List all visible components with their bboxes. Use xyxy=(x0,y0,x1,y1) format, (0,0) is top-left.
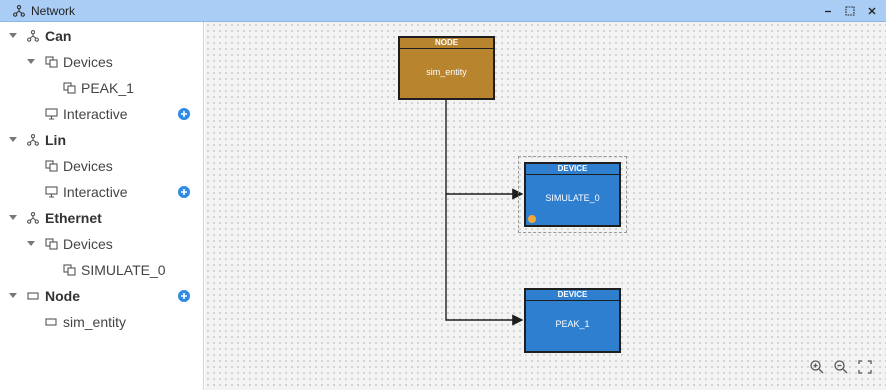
close-icon[interactable] xyxy=(864,3,880,19)
tree-label-interactive: Interactive xyxy=(63,106,128,122)
tree-label-devices: Devices xyxy=(63,236,113,252)
graph-device-peak-1[interactable]: DEVICE PEAK_1 xyxy=(524,288,621,353)
caret-down-icon[interactable] xyxy=(8,213,18,223)
add-node-button[interactable] xyxy=(178,290,190,302)
devices-icon xyxy=(44,237,58,251)
window-controls xyxy=(820,0,880,22)
add-interactive-button[interactable] xyxy=(178,108,190,120)
tree-label-devices: Devices xyxy=(63,158,113,174)
network-icon xyxy=(26,211,40,225)
monitor-icon xyxy=(44,107,58,121)
zoom-out-icon[interactable] xyxy=(832,358,850,376)
network-canvas[interactable]: NODE sim_entity DEVICE SIMULATE_0 DEVICE… xyxy=(205,22,886,390)
tree-label-device: SIMULATE_0 xyxy=(81,262,166,278)
device-label: SIMULATE_0 xyxy=(545,193,600,203)
fit-screen-icon[interactable] xyxy=(856,358,874,376)
zoom-in-icon[interactable] xyxy=(808,358,826,376)
node-header: NODE xyxy=(400,38,493,49)
zoom-controls xyxy=(808,358,874,376)
network-tree: Can Devices PEAK_1 Interactive Lin Devic… xyxy=(0,22,204,390)
node-icon xyxy=(26,289,40,303)
window-titlebar: Network xyxy=(0,0,886,22)
device-header: DEVICE xyxy=(526,164,619,175)
maximize-icon[interactable] xyxy=(842,3,858,19)
tree-node-can-interactive[interactable]: Interactive xyxy=(0,102,204,126)
tree-label-device: PEAK_1 xyxy=(81,80,134,96)
network-icon xyxy=(12,4,26,18)
network-icon xyxy=(26,29,40,43)
tree-node-can[interactable]: Can xyxy=(0,24,204,48)
tree-label-can: Can xyxy=(45,28,72,44)
tree-node-lin-interactive[interactable]: Interactive xyxy=(0,180,204,204)
tree-label-node: Node xyxy=(45,288,80,304)
tree-label-ethernet: Ethernet xyxy=(45,210,102,226)
caret-down-icon[interactable] xyxy=(26,239,36,249)
add-interactive-button[interactable] xyxy=(178,186,190,198)
caret-down-icon[interactable] xyxy=(8,31,18,41)
edge-node-to-simulate xyxy=(445,100,524,200)
device-header: DEVICE xyxy=(526,290,619,301)
device-icon xyxy=(62,81,76,95)
graph-device-simulate-0[interactable]: DEVICE SIMULATE_0 xyxy=(524,162,621,227)
caret-down-icon[interactable] xyxy=(26,57,36,67)
edge-node-to-peak xyxy=(445,194,524,326)
devices-icon xyxy=(44,159,58,173)
graph-node-sim-entity[interactable]: NODE sim_entity xyxy=(398,36,495,100)
device-icon xyxy=(62,263,76,277)
devices-icon xyxy=(44,55,58,69)
caret-down-icon[interactable] xyxy=(8,135,18,145)
tree-item-sim-entity[interactable]: sim_entity xyxy=(0,310,204,334)
tree-node-ethernet[interactable]: Ethernet xyxy=(0,206,204,230)
tree-item-simulate-0[interactable]: SIMULATE_0 xyxy=(0,258,204,282)
tree-node-ethernet-devices[interactable]: Devices xyxy=(0,232,204,256)
node-icon xyxy=(44,315,58,329)
monitor-icon xyxy=(44,185,58,199)
tree-label-interactive: Interactive xyxy=(63,184,128,200)
tree-label-node-item: sim_entity xyxy=(63,314,127,330)
device-label: PEAK_1 xyxy=(555,319,590,329)
tree-node-lin-devices[interactable]: Devices xyxy=(0,154,204,178)
window-title: Network xyxy=(31,3,76,18)
tree-node-node[interactable]: Node xyxy=(0,284,204,308)
minimize-icon[interactable] xyxy=(820,3,836,19)
status-indicator-icon xyxy=(528,215,536,223)
tree-node-can-devices[interactable]: Devices xyxy=(0,50,204,74)
tree-item-peak-1[interactable]: PEAK_1 xyxy=(0,76,204,100)
node-label: sim_entity xyxy=(426,67,467,77)
tree-node-lin[interactable]: Lin xyxy=(0,128,204,152)
network-icon xyxy=(26,133,40,147)
tree-label-lin: Lin xyxy=(45,132,66,148)
tree-label-devices: Devices xyxy=(63,54,113,70)
caret-down-icon[interactable] xyxy=(8,291,18,301)
